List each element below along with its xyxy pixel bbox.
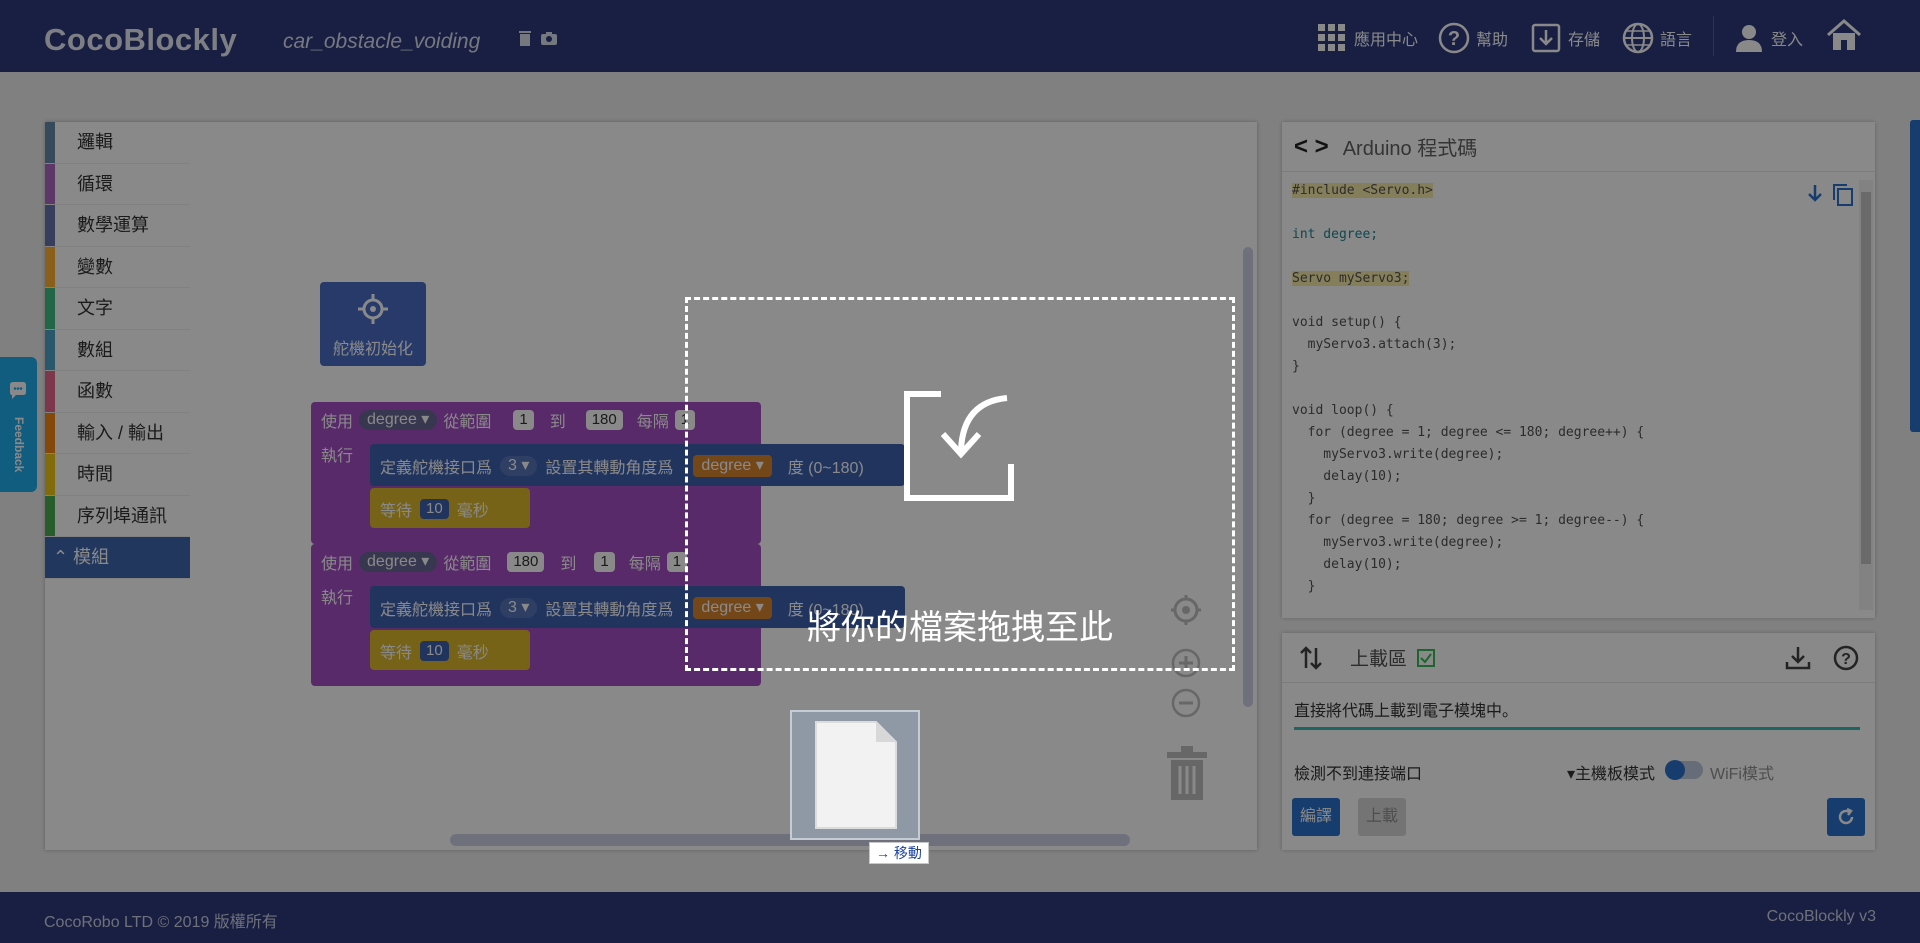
drop-zone-text: 將你的檔案拖拽至此 [807,609,1113,647]
dragged-file [790,710,920,840]
file-drop-overlay[interactable]: 將你的檔案拖拽至此 → 移動 [0,0,1920,943]
file-icon [815,721,897,829]
import-file-icon [904,391,1014,501]
move-tooltip: → 移動 [869,842,929,864]
move-tooltip-label: 移動 [893,845,922,861]
